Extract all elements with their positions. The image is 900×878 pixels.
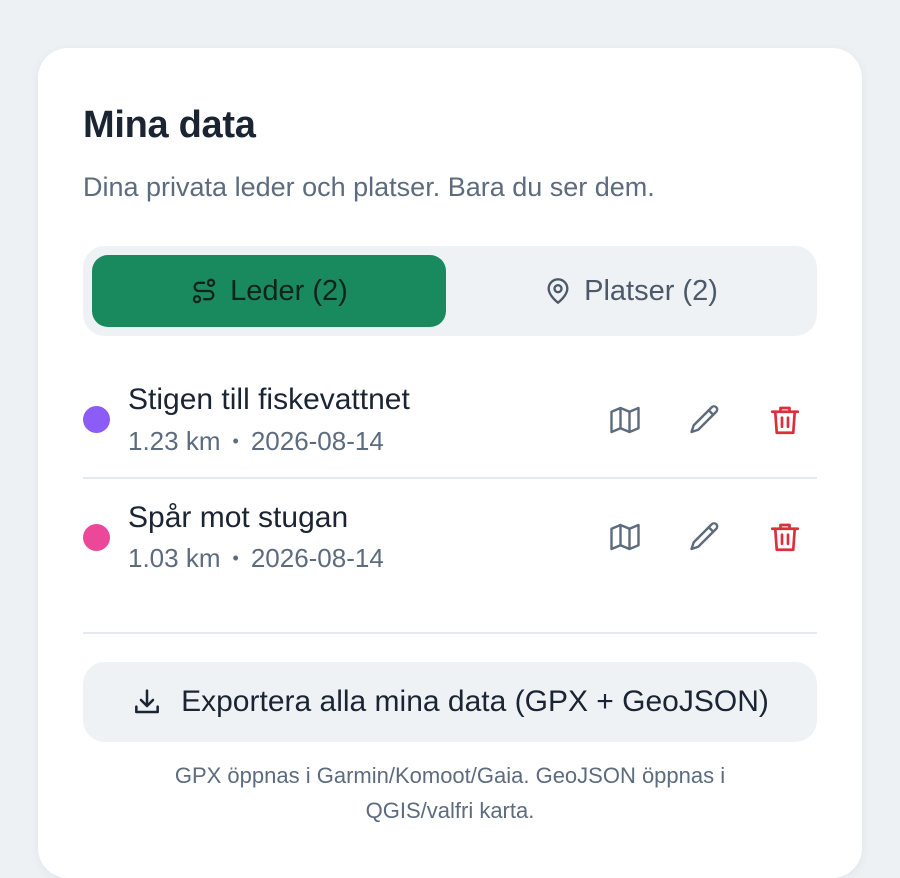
tab-routes[interactable]: Leder (2) <box>92 255 446 327</box>
route-color-dot <box>83 406 110 433</box>
page-subtitle: Dina privata leder och platser. Bara du … <box>83 172 655 202</box>
pencil-icon <box>690 522 719 551</box>
edit-route-button[interactable] <box>681 513 729 561</box>
download-icon <box>135 689 160 714</box>
delete-route-button[interactable] <box>761 513 809 561</box>
route-date: 2026-08-14 <box>250 426 384 456</box>
show-on-map-button[interactable] <box>601 513 649 561</box>
tab-places[interactable]: Platser (2) <box>454 255 808 327</box>
section-divider <box>83 632 817 634</box>
pencil-icon <box>690 405 719 434</box>
map-icon <box>610 406 640 434</box>
route-color-dot <box>83 524 110 551</box>
route-list: Stigen till fiskevattnet 1.23 km • 2026-… <box>83 360 817 598</box>
show-on-map-button[interactable] <box>601 396 649 444</box>
export-button-label: Exportera alla mina data (GPX + GeoJSON) <box>181 685 769 718</box>
map-icon <box>610 523 640 551</box>
list-item: Stigen till fiskevattnet 1.23 km • 2026-… <box>83 360 817 479</box>
page-title: Mina data <box>83 104 256 146</box>
map-pin-icon <box>547 278 569 304</box>
export-all-button[interactable]: Exportera alla mina data (GPX + GeoJSON) <box>83 662 817 742</box>
edit-route-button[interactable] <box>681 396 729 444</box>
export-help-text: GPX öppnas i Garmin/Komoot/Gaia. GeoJSON… <box>83 758 817 828</box>
meta-separator: • <box>232 431 239 451</box>
route-distance: 1.03 km <box>128 543 221 573</box>
tab-places-label: Platser (2) <box>584 274 718 307</box>
delete-route-button[interactable] <box>761 396 809 444</box>
tab-routes-label: Leder (2) <box>230 274 348 307</box>
trash-icon <box>770 523 800 552</box>
meta-separator: • <box>232 548 239 568</box>
route-date: 2026-08-14 <box>250 543 384 573</box>
route-icon <box>192 278 216 304</box>
trash-icon <box>770 406 800 435</box>
tab-switcher: Leder (2) Platser (2) <box>83 246 817 336</box>
my-data-card: Mina data Dina privata leder och platser… <box>38 48 862 878</box>
route-meta: 1.23 km • 2026-08-14 <box>128 426 384 457</box>
export-help-line: QGIS/valfri karta. <box>365 798 535 823</box>
route-name: Spår mot stugan <box>128 501 349 534</box>
route-meta: 1.03 km • 2026-08-14 <box>128 543 384 574</box>
export-help-line: GPX öppnas i Garmin/Komoot/Gaia. GeoJSON… <box>174 763 726 788</box>
list-item: Spår mot stugan 1.03 km • 2026-08-14 <box>83 479 817 598</box>
route-name: Stigen till fiskevattnet <box>128 383 410 416</box>
route-distance: 1.23 km <box>128 426 221 456</box>
